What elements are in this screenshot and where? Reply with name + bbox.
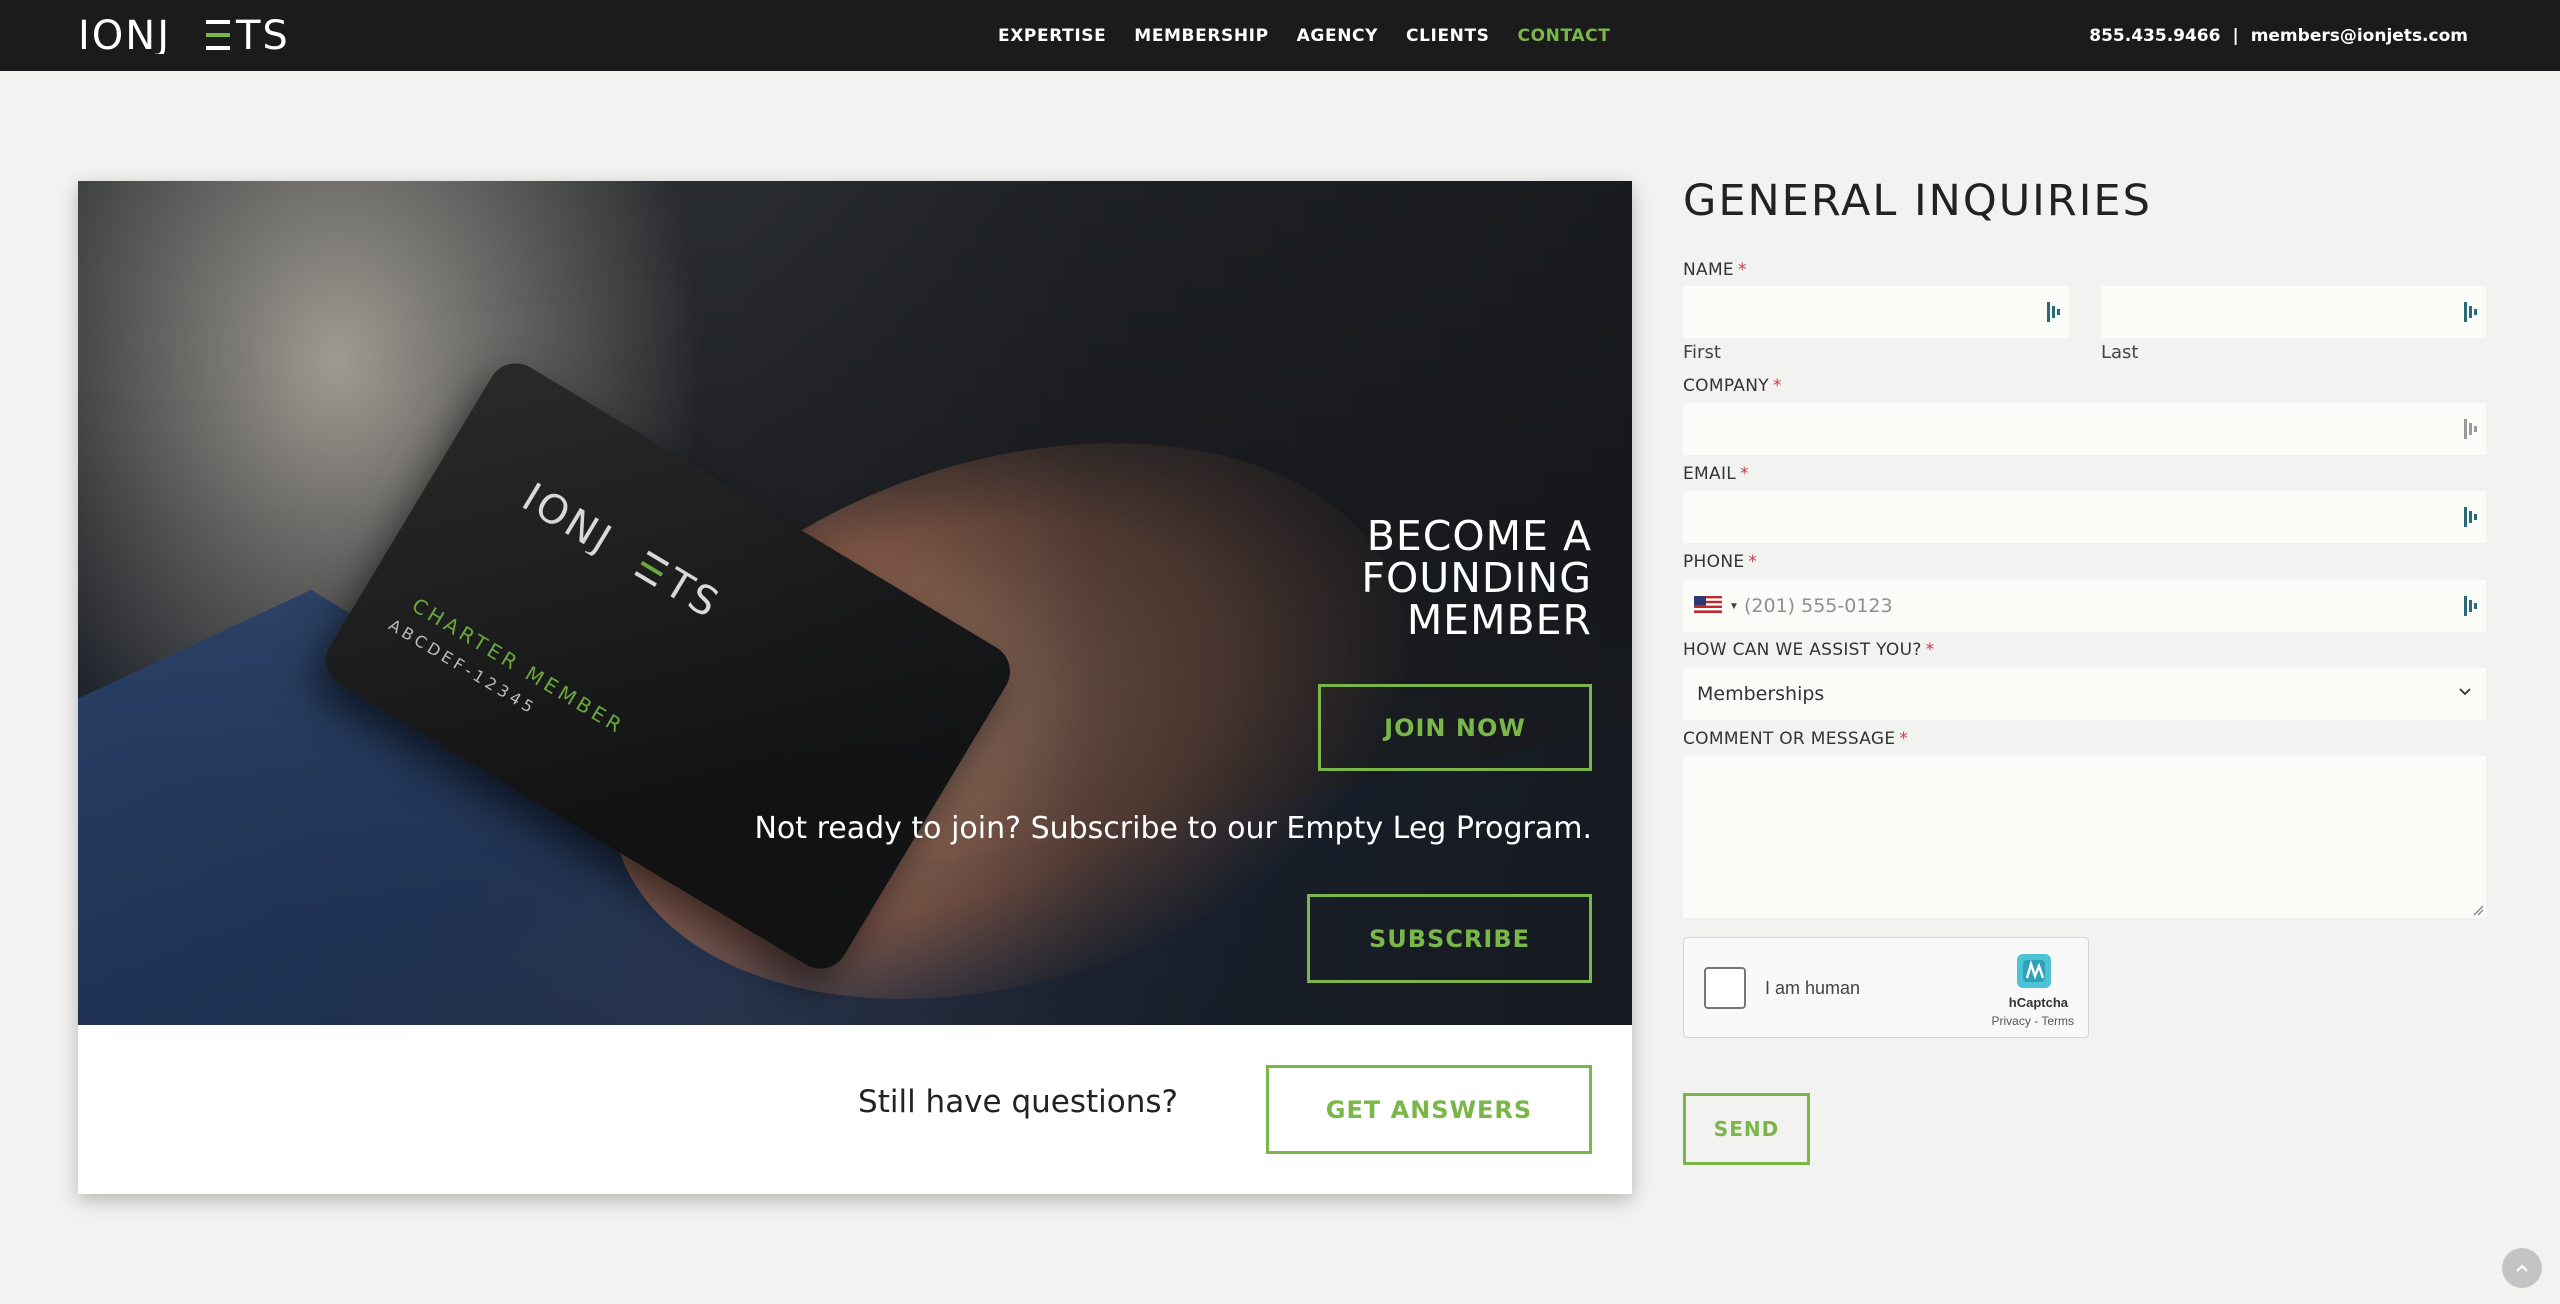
- hcaptcha-logo-icon: [2017, 954, 2051, 988]
- main-nav: EXPERTISE MEMBERSHIP AGENCY CLIENTS CONT…: [998, 0, 1610, 71]
- get-answers-button[interactable]: GET ANSWERS: [1266, 1065, 1592, 1154]
- required-mark: *: [1748, 552, 1758, 572]
- form-title: GENERAL INQUIRIES: [1683, 176, 2152, 226]
- password-manager-icon[interactable]: [2047, 302, 2061, 322]
- join-now-button[interactable]: JOIN NOW: [1318, 684, 1592, 771]
- email-input[interactable]: [1683, 491, 2486, 543]
- assist-label: HOW CAN WE ASSIST YOU? *: [1683, 640, 1934, 660]
- company-label-text: COMPANY: [1683, 376, 1769, 396]
- header-contact: 855.435.9466 | members@ionjets.com: [2089, 0, 2468, 71]
- nav-item-expertise[interactable]: EXPERTISE: [998, 26, 1106, 46]
- questions-text: Still have questions?: [858, 1084, 1178, 1120]
- email-label-text: EMAIL: [1683, 464, 1737, 484]
- message-label: COMMENT OR MESSAGE *: [1683, 729, 1908, 749]
- phone-label: PHONE *: [1683, 552, 1757, 572]
- captcha-label: I am human: [1765, 978, 1861, 998]
- nav-item-agency[interactable]: AGENCY: [1297, 26, 1378, 46]
- captcha-links: Privacy - Terms: [1992, 1014, 2074, 1028]
- name-label-text: NAME: [1683, 260, 1734, 280]
- message-textarea[interactable]: [1683, 756, 2486, 918]
- member-card-logo: IONJ TS: [516, 476, 728, 629]
- phone-input[interactable]: [1744, 580, 2434, 632]
- password-manager-icon[interactable]: [2464, 507, 2478, 527]
- message-label-text: COMMENT OR MESSAGE: [1683, 729, 1896, 749]
- assist-select-value: Memberships: [1697, 683, 1825, 705]
- header-phone-link[interactable]: 855.435.9466: [2089, 26, 2220, 46]
- hero-title: BECOME A FOUNDING MEMBER: [1092, 515, 1592, 641]
- scroll-to-top-button[interactable]: [2502, 1248, 2542, 1288]
- site-header: IONJ TS EXPERTISE MEMBERSHIP AGENCY CLIE…: [0, 0, 2560, 71]
- send-button[interactable]: SEND: [1683, 1093, 1810, 1165]
- phone-label-text: PHONE: [1683, 552, 1745, 572]
- first-name-input[interactable]: [1683, 286, 2069, 338]
- password-manager-icon[interactable]: [2464, 419, 2478, 439]
- email-label: EMAIL *: [1683, 464, 1749, 484]
- subscribe-prompt: Not ready to join? Subscribe to our Empt…: [754, 811, 1592, 846]
- assist-label-text: HOW CAN WE ASSIST YOU?: [1683, 640, 1922, 660]
- subscribe-button[interactable]: SUBSCRIBE: [1307, 894, 1592, 983]
- password-manager-icon[interactable]: [2464, 596, 2478, 616]
- hcaptcha-widget: I am human hCaptcha Privacy - Terms: [1683, 937, 2089, 1038]
- last-name-input[interactable]: [2101, 286, 2486, 338]
- name-label: NAME *: [1683, 260, 1747, 280]
- header-separator: |: [2232, 25, 2239, 46]
- hero-image: IONJ TS CHARTER MEMBER ABCDEF-12345 BECO…: [78, 181, 1632, 1025]
- nav-item-contact[interactable]: CONTACT: [1518, 26, 1611, 46]
- us-flag-icon[interactable]: [1694, 596, 1722, 613]
- nav-item-clients[interactable]: CLIENTS: [1406, 26, 1490, 46]
- membership-promo-card: IONJ TS CHARTER MEMBER ABCDEF-12345 BECO…: [78, 181, 1632, 1194]
- captcha-terms-link[interactable]: Terms: [2041, 1014, 2074, 1028]
- header-email-link[interactable]: members@ionjets.com: [2251, 26, 2468, 46]
- hero-title-line-2: FOUNDING: [1361, 554, 1592, 602]
- chevron-down-icon: [2459, 688, 2471, 696]
- password-manager-icon[interactable]: [2464, 302, 2478, 322]
- required-mark: *: [1772, 376, 1782, 396]
- svg-text:IONJ: IONJ: [78, 16, 171, 54]
- hero-title-line-1: BECOME A: [1366, 512, 1592, 560]
- last-name-sublabel: Last: [2101, 342, 2139, 363]
- resize-handle-icon[interactable]: [2472, 904, 2484, 916]
- captcha-checkbox[interactable]: [1704, 967, 1746, 1009]
- assist-select[interactable]: Memberships: [1683, 668, 2486, 720]
- captcha-link-separator: -: [2034, 1014, 2039, 1028]
- captcha-brand: hCaptcha: [2008, 995, 2068, 1010]
- required-mark: *: [1899, 729, 1909, 749]
- chevron-up-icon: [2516, 1264, 2528, 1272]
- svg-text:TS: TS: [656, 560, 728, 629]
- required-mark: *: [1925, 640, 1935, 660]
- ionjets-logo[interactable]: IONJ TS: [78, 16, 328, 54]
- required-mark: *: [1740, 464, 1749, 484]
- captcha-privacy-link[interactable]: Privacy: [1992, 1014, 2031, 1028]
- nav-item-membership[interactable]: MEMBERSHIP: [1134, 26, 1268, 46]
- svg-text:TS: TS: [235, 16, 290, 54]
- country-caret-icon[interactable]: ▼: [1729, 601, 1739, 612]
- company-input[interactable]: [1683, 403, 2486, 455]
- first-name-sublabel: First: [1683, 342, 1721, 363]
- company-label: COMPANY *: [1683, 376, 1782, 396]
- hero-title-line-3: MEMBER: [1406, 596, 1592, 644]
- svg-text:IONJ: IONJ: [516, 476, 621, 564]
- member-card-tier: CHARTER MEMBER: [407, 592, 630, 740]
- required-mark: *: [1737, 260, 1747, 280]
